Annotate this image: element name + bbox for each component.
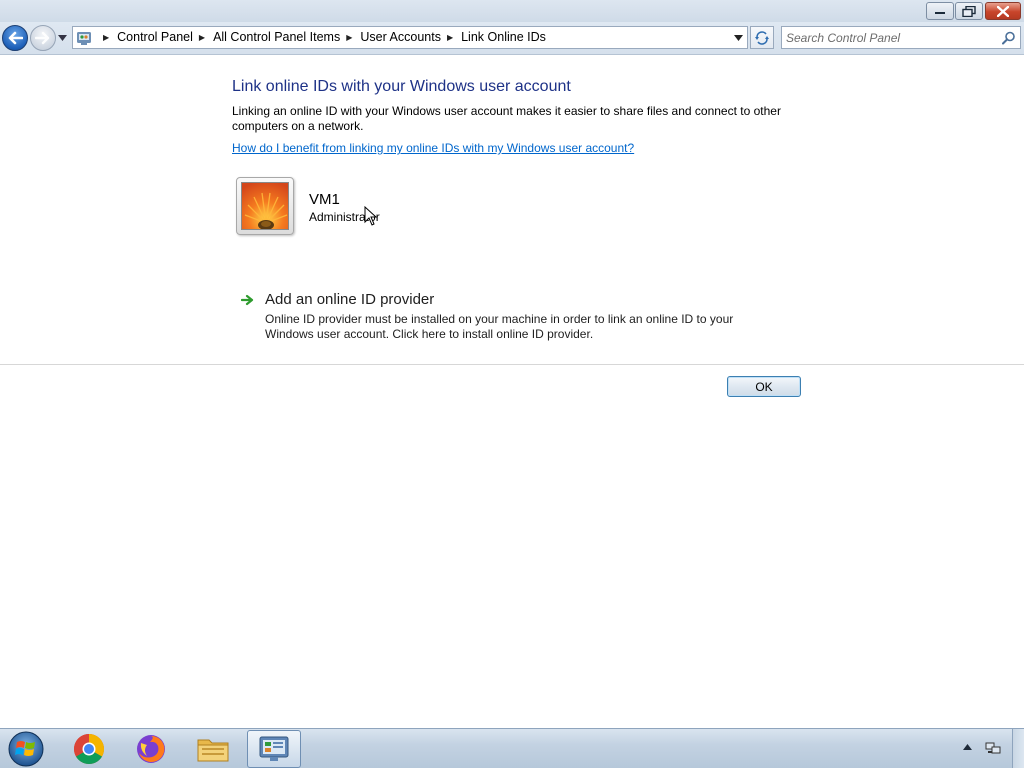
chevron-down-icon [57,35,67,41]
chrome-icon [73,734,105,765]
search-box[interactable] [781,26,1021,49]
minimize-button[interactable] [926,2,954,20]
back-arrow-icon [8,31,23,45]
show-hidden-icons-icon[interactable] [963,744,972,750]
mouse-cursor-icon [364,206,378,226]
taskbar-firefox[interactable] [124,730,178,768]
search-input[interactable] [786,29,996,46]
control-panel-icon [77,32,91,45]
page-description: Linking an online ID with your Windows u… [232,104,781,133]
refresh-icon [755,30,769,45]
close-icon [997,5,1009,17]
maximize-button[interactable] [955,2,983,20]
taskbar-chrome[interactable] [62,730,116,768]
show-desktop-button[interactable] [1012,729,1024,768]
breadcrumb-separator-icon[interactable]: ▶ [346,33,352,42]
main-content: Link online IDs with your Windows user a… [0,56,1024,728]
chevron-down-icon [733,35,743,41]
file-explorer-icon [197,739,229,762]
breadcrumb-user-accounts[interactable]: User Accounts [360,30,441,44]
minimize-icon [935,12,945,14]
breadcrumb-link-online-ids[interactable]: Link Online IDs [461,30,546,44]
search-icon[interactable] [1002,31,1016,45]
avatar [236,177,294,235]
breadcrumb: ▶ Control Panel ▶ All Control Panel Item… [97,30,546,44]
divider [0,364,1024,365]
forward-button[interactable] [30,25,56,51]
address-history-dropdown[interactable] [731,32,745,44]
address-bar[interactable]: ▶ Control Panel ▶ All Control Panel Item… [72,26,748,49]
user-name: VM1 [309,191,340,208]
ok-button[interactable]: OK [727,376,801,397]
navigation-bar: ▶ Control Panel ▶ All Control Panel Item… [0,22,1024,55]
start-button[interactable] [6,730,46,768]
breadcrumb-control-panel[interactable]: Control Panel [117,30,193,44]
taskbar [0,728,1024,768]
help-link[interactable]: How do I benefit from linking my online … [232,141,634,155]
windows-start-icon [8,731,44,767]
title-bar [0,0,1024,22]
breadcrumb-all-items[interactable]: All Control Panel Items [213,30,340,44]
firefox-icon [137,735,165,763]
back-button[interactable] [2,25,28,51]
breadcrumb-separator-icon[interactable]: ▶ [199,33,205,42]
close-button[interactable] [985,2,1021,20]
recent-pages-dropdown[interactable] [57,33,67,43]
taskbar-file-explorer[interactable] [186,730,240,768]
add-online-id-provider-link[interactable]: Add an online ID provider [265,291,434,308]
page-title: Link online IDs with your Windows user a… [232,78,571,95]
restore-icon [962,5,976,17]
flower-avatar-image [241,182,289,230]
forward-arrow-icon [35,31,50,45]
control-panel-icon [259,736,289,761]
network-icon[interactable] [985,740,1001,756]
taskbar-control-panel[interactable] [247,730,301,768]
add-provider-description[interactable]: Online ID provider must be installed on … [265,312,765,342]
green-arrow-icon [241,294,254,306]
refresh-button[interactable] [750,26,774,49]
breadcrumb-separator-icon[interactable]: ▶ [447,33,453,42]
breadcrumb-separator-icon[interactable]: ▶ [103,33,109,42]
